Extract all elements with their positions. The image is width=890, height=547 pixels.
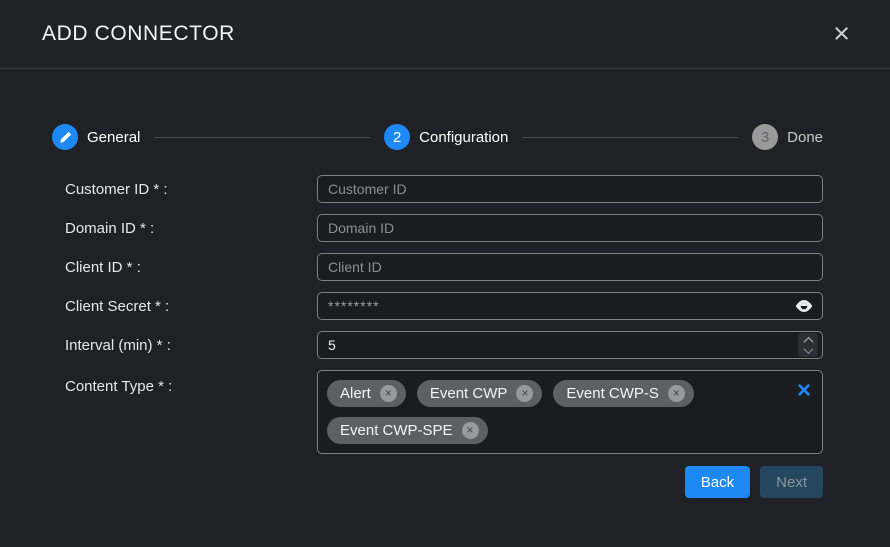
domain-id-field[interactable]: [317, 214, 823, 242]
client-id-label: Client ID * :: [52, 259, 317, 276]
remove-tag-icon[interactable]: ×: [462, 422, 479, 439]
client-secret-row: Client Secret * :: [52, 292, 823, 320]
dialog-title: ADD CONNECTOR: [42, 22, 235, 46]
wizard-stepper: General 2 Configuration 3 Done: [52, 124, 823, 150]
step-2-badge: 2: [384, 124, 410, 150]
customer-id-label: Customer ID * :: [52, 181, 317, 198]
interval-wrap: [317, 331, 823, 359]
remove-tag-icon[interactable]: ×: [516, 385, 533, 402]
step-configuration[interactable]: 2 Configuration: [384, 124, 508, 150]
show-password-icon[interactable]: [793, 298, 815, 315]
step-configuration-label: Configuration: [419, 129, 508, 146]
step-done: 3 Done: [752, 124, 823, 150]
interval-row: Interval (min) * :: [52, 331, 823, 359]
client-id-row: Client ID * :: [52, 253, 823, 281]
content-type-tag[interactable]: Event CWP-SPE ×: [327, 417, 488, 444]
dialog-header: ADD CONNECTOR ×: [0, 0, 890, 69]
back-button[interactable]: Back: [685, 466, 750, 498]
add-connector-dialog: ADD CONNECTOR × General 2 Configuration …: [0, 0, 890, 547]
step-done-label: Done: [787, 129, 823, 146]
client-secret-wrap: [317, 292, 823, 320]
chevron-down-icon[interactable]: [803, 344, 813, 354]
client-id-field[interactable]: [317, 253, 823, 281]
step-connector-line: [522, 137, 738, 138]
domain-id-row: Domain ID * :: [52, 214, 823, 242]
remove-tag-icon[interactable]: ×: [380, 385, 397, 402]
domain-id-label: Domain ID * :: [52, 220, 317, 237]
tag-label: Event CWP-SPE: [340, 422, 453, 439]
step-connector-line: [154, 137, 370, 138]
next-button[interactable]: Next: [760, 466, 823, 498]
content-type-tag[interactable]: Event CWP-S ×: [553, 380, 694, 407]
content-type-tag[interactable]: Event CWP ×: [417, 380, 543, 407]
step-general-label: General: [87, 129, 140, 146]
pencil-icon: [52, 124, 78, 150]
client-secret-label: Client Secret * :: [52, 298, 317, 315]
tag-label: Event CWP: [430, 385, 508, 402]
interval-stepper[interactable]: [798, 333, 818, 357]
tag-label: Event CWP-S: [566, 385, 659, 402]
clear-all-icon[interactable]: ×: [797, 380, 811, 402]
client-secret-field[interactable]: [317, 292, 823, 320]
tag-label: Alert: [340, 385, 371, 402]
content-type-field[interactable]: Alert × Event CWP × Event CWP-S × Event …: [317, 370, 823, 454]
interval-field[interactable]: [317, 331, 823, 359]
close-icon[interactable]: ×: [831, 20, 852, 49]
customer-id-field[interactable]: [317, 175, 823, 203]
step-3-badge: 3: [752, 124, 778, 150]
content-type-tag[interactable]: Alert ×: [327, 380, 406, 407]
content-type-row: Content Type * : Alert × Event CWP × Eve…: [52, 370, 823, 454]
interval-label: Interval (min) * :: [52, 337, 317, 354]
connector-form: Customer ID * : Domain ID * : Client ID …: [52, 175, 823, 454]
remove-tag-icon[interactable]: ×: [668, 385, 685, 402]
step-general[interactable]: General: [52, 124, 140, 150]
dialog-body: General 2 Configuration 3 Done Customer …: [0, 69, 890, 547]
content-type-label: Content Type * :: [52, 370, 317, 395]
dialog-footer: Back Next: [52, 466, 823, 498]
customer-id-row: Customer ID * :: [52, 175, 823, 203]
